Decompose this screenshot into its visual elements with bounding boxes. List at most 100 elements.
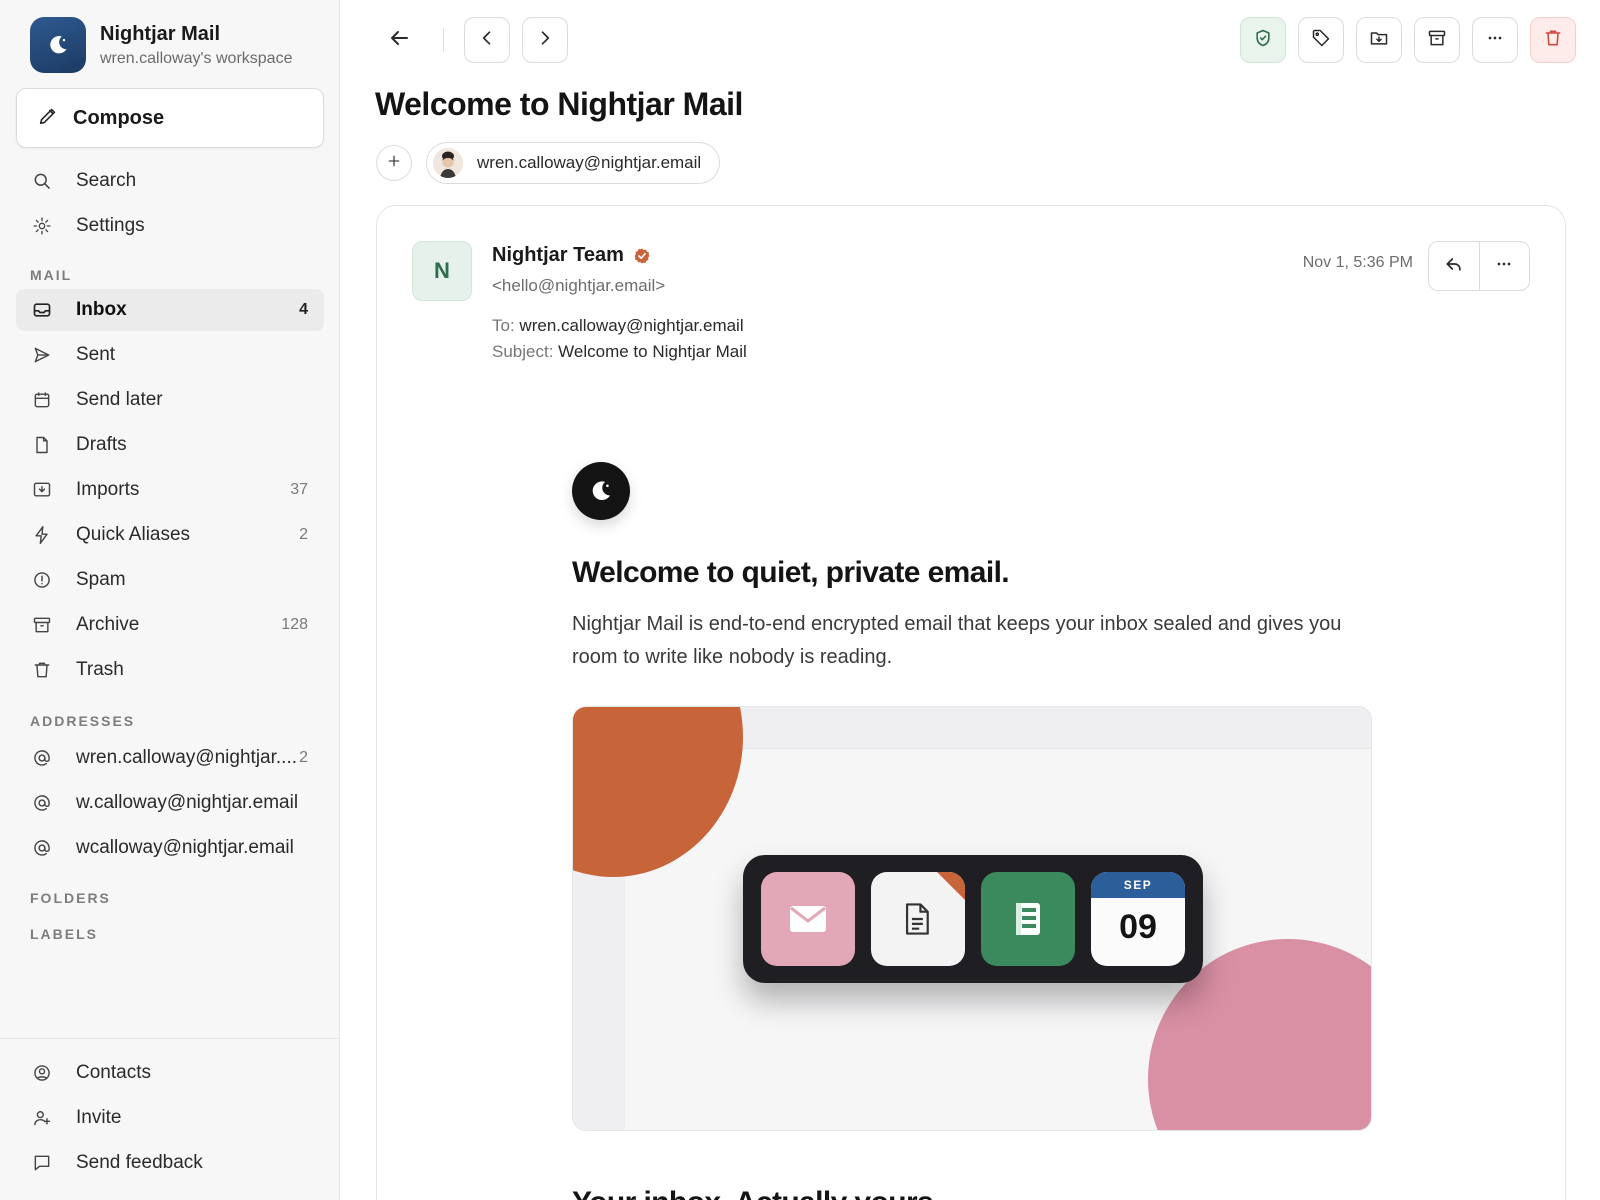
search-icon — [30, 169, 54, 193]
section-folders[interactable]: FOLDERS — [30, 890, 111, 906]
reply-button[interactable] — [1429, 242, 1479, 290]
sidebar-address-2[interactable]: w.calloway@nightjar.email — [16, 782, 324, 824]
tag-icon — [1311, 28, 1331, 53]
workspace-switcher[interactable]: Nightjar Mail wren.calloway's workspace — [30, 17, 292, 73]
add-participant-button[interactable] — [376, 145, 412, 181]
compose-label: Compose — [73, 106, 165, 129]
user-plus-icon — [30, 1106, 54, 1130]
moon-logo-icon — [30, 17, 86, 73]
at-icon — [30, 791, 54, 815]
inbox-icon — [30, 298, 54, 322]
sidebar-item-feedback[interactable]: Send feedback — [16, 1142, 324, 1184]
subject-key: Subject: — [492, 342, 554, 361]
mail-app-icon — [761, 872, 855, 966]
archive-icon — [1427, 28, 1447, 53]
at-icon — [30, 746, 54, 770]
message-date: Nov 1, 5:36 PM — [1302, 254, 1413, 271]
security-shield-button[interactable] — [1240, 17, 1286, 63]
document-app-icon — [871, 872, 965, 966]
verified-badge-icon — [633, 247, 651, 265]
sidebar-item-label: Archive — [76, 614, 140, 635]
sidebar-address-1[interactable]: wren.calloway@nightjar.... 2 — [16, 737, 324, 779]
item-count: 37 — [290, 481, 308, 498]
workspace-name: Nightjar Mail — [100, 22, 221, 45]
trash-icon — [1543, 28, 1563, 53]
sender-name-row[interactable]: Nightjar Team — [492, 244, 651, 267]
sidebar-item-imports[interactable]: Imports 37 — [16, 469, 324, 511]
at-icon — [30, 836, 54, 860]
section-addresses: ADDRESSES — [30, 713, 136, 729]
to-line: To: wren.calloway@nightjar.email — [492, 316, 744, 336]
reply-icon — [1444, 254, 1464, 279]
spreadsheet-app-icon — [981, 872, 1075, 966]
sidebar-item-label: Sent — [76, 344, 116, 365]
sidebar-item-settings[interactable]: Settings — [16, 205, 324, 247]
next-message-button[interactable] — [522, 17, 568, 63]
subject-line: Subject: Welcome to Nightjar Mail — [492, 342, 747, 362]
compose-button[interactable]: Compose — [16, 88, 324, 148]
sidebar-item-label: Invite — [76, 1107, 122, 1128]
sidebar-item-invite[interactable]: Invite — [16, 1097, 324, 1139]
label-button[interactable] — [1298, 17, 1344, 63]
sidebar-item-label: Drafts — [76, 434, 127, 455]
sidebar-item-trash[interactable]: Trash — [16, 649, 324, 691]
calendar-day: 09 — [1119, 908, 1157, 946]
ellipsis-icon — [1494, 254, 1514, 279]
message-more-button[interactable] — [1478, 242, 1530, 290]
sidebar-item-label: Send feedback — [76, 1152, 203, 1173]
toolbar-separator — [443, 28, 444, 52]
recipient-chip[interactable]: wren.calloway@nightjar.email — [426, 142, 721, 184]
back-button[interactable] — [376, 17, 422, 63]
shield-check-icon — [1253, 28, 1273, 53]
hero-illustration: SEP 09 — [572, 706, 1372, 1131]
decorative-orange-circle — [573, 707, 743, 877]
chevron-left-icon — [477, 28, 497, 53]
plus-icon — [386, 153, 402, 174]
unread-count: 4 — [299, 301, 308, 318]
more-actions-button[interactable] — [1472, 17, 1518, 63]
sidebar-address-3[interactable]: wcalloway@nightjar.email — [16, 827, 324, 869]
sidebar-item-label: Trash — [76, 659, 124, 680]
alert-icon — [30, 568, 54, 592]
sender-email: <hello@nightjar.email> — [492, 276, 666, 295]
sidebar-item-archive[interactable]: Archive 128 — [16, 604, 324, 646]
archive-icon — [30, 613, 54, 637]
ellipsis-icon — [1485, 28, 1505, 53]
previous-message-button[interactable] — [464, 17, 510, 63]
sidebar-item-quick-aliases[interactable]: Quick Aliases 2 — [16, 514, 324, 556]
sidebar-item-label: Search — [76, 170, 137, 191]
sidebar-divider — [0, 1038, 340, 1039]
archive-button[interactable] — [1414, 17, 1460, 63]
sidebar-item-inbox[interactable]: Inbox 4 — [16, 289, 324, 331]
to-key: To: — [492, 316, 515, 335]
email-subheading: Your inbox. Actually yours. — [572, 1186, 941, 1200]
recipient-chip-label: wren.calloway@nightjar.email — [477, 153, 702, 172]
sidebar-item-send-later[interactable]: Send later — [16, 379, 324, 421]
address-label: wcalloway@nightjar.email — [76, 837, 294, 858]
sender-avatar: N — [412, 241, 472, 301]
arrow-left-icon — [387, 26, 411, 55]
delete-button[interactable] — [1530, 17, 1576, 63]
bolt-icon — [30, 523, 54, 547]
to-value: wren.calloway@nightjar.email — [519, 316, 744, 335]
sidebar-item-label: Quick Aliases — [76, 524, 191, 545]
file-icon — [30, 433, 54, 457]
email-paragraph: Nightjar Mail is end-to-end encrypted em… — [572, 613, 1342, 668]
import-icon — [30, 478, 54, 502]
sender-name: Nightjar Team — [492, 244, 624, 266]
section-labels[interactable]: LABELS — [30, 926, 98, 942]
move-to-folder-button[interactable] — [1356, 17, 1402, 63]
section-mail: MAIL — [30, 267, 73, 283]
sidebar: Nightjar Mail wren.calloway's workspace … — [0, 0, 340, 1200]
sidebar-item-search[interactable]: Search — [16, 160, 324, 202]
sidebar-item-spam[interactable]: Spam — [16, 559, 324, 601]
send-icon — [30, 343, 54, 367]
sidebar-item-contacts[interactable]: Contacts — [16, 1052, 324, 1094]
message-card: N Nightjar Team <hello@nightjar.email> T… — [376, 205, 1566, 1200]
sidebar-item-drafts[interactable]: Drafts — [16, 424, 324, 466]
sidebar-item-label: Send later — [76, 389, 163, 410]
sidebar-item-sent[interactable]: Sent — [16, 334, 324, 376]
subject-value: Welcome to Nightjar Mail — [558, 342, 747, 361]
sidebar-item-label: Spam — [76, 569, 126, 590]
calendar-icon — [30, 388, 54, 412]
